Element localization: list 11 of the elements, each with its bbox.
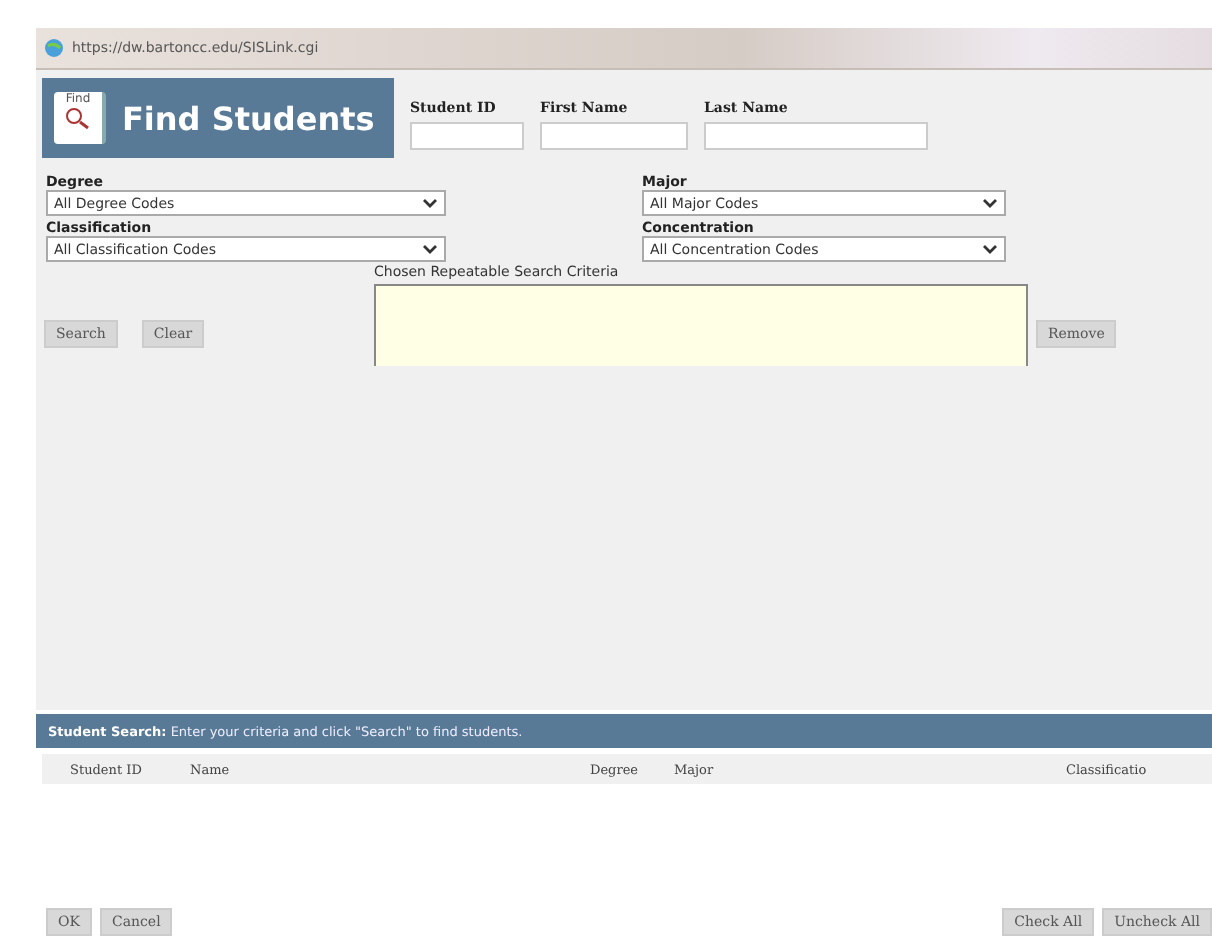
- input-field[interactable]: [704, 122, 928, 150]
- page-title: Find Students: [122, 99, 375, 137]
- globe-icon: [44, 38, 64, 58]
- chevron-down-icon: [982, 197, 998, 209]
- magnifier-icon: [64, 106, 92, 130]
- chevron-down-icon: [422, 197, 438, 209]
- chevron-down-icon: [422, 243, 438, 255]
- input-field[interactable]: [540, 122, 688, 150]
- chevron-down-icon: [982, 243, 998, 255]
- criteria-list[interactable]: [374, 284, 1028, 366]
- input-field[interactable]: [410, 122, 524, 150]
